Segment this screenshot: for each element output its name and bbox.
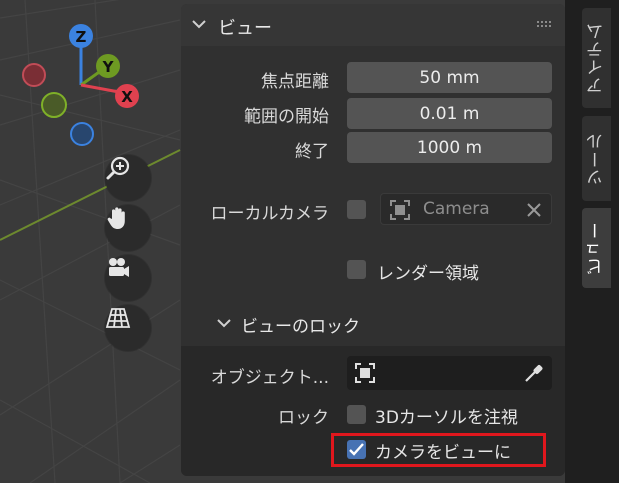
focal-length-label: 焦点距離 <box>261 72 329 92</box>
navigation-gizmo[interactable]: Z Y X <box>0 0 160 160</box>
clip-start-field[interactable]: 0.01 m <box>347 98 552 129</box>
clip-start-label: 範囲の開始 <box>244 107 329 127</box>
x-axis-label: X <box>121 88 133 106</box>
z-axis-label: Z <box>76 28 87 46</box>
render-region-label: レンダー領域 <box>377 264 479 284</box>
tab-view[interactable]: ビュー <box>582 208 611 288</box>
y-axis-label: Y <box>102 58 115 76</box>
chevron-down-icon <box>217 319 231 328</box>
tab-item[interactable]: アイテム <box>582 8 611 108</box>
render-region-checkbox[interactable] <box>347 260 366 279</box>
drag-handle-icon[interactable] <box>537 21 553 29</box>
object-icon <box>355 363 375 383</box>
highlight-box <box>331 433 546 467</box>
object-icon <box>390 200 410 220</box>
zoom-in-icon <box>106 156 130 180</box>
focal-length-field[interactable]: 50 mm <box>347 62 552 93</box>
local-camera-checkbox[interactable] <box>347 200 366 219</box>
neg-z-axis-handle[interactable] <box>70 122 94 146</box>
view-lock-header[interactable]: ビューのロック <box>181 304 565 344</box>
tab-tool-label: ツール <box>587 131 607 186</box>
hand-icon <box>107 207 125 229</box>
lock-cursor-label: 3Dカーソルを注視 <box>375 408 518 428</box>
grid-icon <box>105 308 131 328</box>
lock-object-label: オブジェクト... <box>210 368 329 388</box>
ortho-toggle-button[interactable] <box>105 305 151 351</box>
camera-view-button[interactable] <box>105 255 151 301</box>
z-axis-handle[interactable]: Z <box>69 24 93 48</box>
lock-object-field[interactable] <box>347 356 552 390</box>
local-camera-value: Camera <box>423 199 490 219</box>
view-panel-header[interactable]: ビュー <box>181 4 565 46</box>
eyedropper-icon[interactable] <box>523 362 545 384</box>
chevron-down-icon <box>192 20 206 29</box>
tab-view-label: ビュー <box>587 221 607 275</box>
y-axis-handle[interactable]: Y <box>96 54 120 78</box>
camera-icon <box>109 258 129 277</box>
view-lock-title: ビューのロック <box>241 317 360 337</box>
zoom-button[interactable] <box>105 155 151 201</box>
clear-icon[interactable] <box>527 203 541 217</box>
view-panel: ビュー 焦点距離 50 mm 範囲の開始 0.01 m 終了 1000 m ロー… <box>181 4 565 476</box>
neg-x-axis-handle[interactable] <box>22 63 46 87</box>
local-camera-object-field[interactable]: Camera <box>380 193 552 225</box>
lock-label: ロック <box>278 408 329 428</box>
tab-item-label: アイテム <box>587 22 607 94</box>
neg-y-axis-handle[interactable] <box>41 92 67 118</box>
view-panel-title: ビュー <box>218 18 272 39</box>
pan-button[interactable] <box>105 205 151 251</box>
lock-cursor-checkbox[interactable] <box>347 405 366 424</box>
tab-tool[interactable]: ツール <box>582 116 611 201</box>
clip-end-field[interactable]: 1000 m <box>347 132 552 163</box>
clip-end-label: 終了 <box>295 142 329 162</box>
x-axis-handle[interactable]: X <box>115 84 139 108</box>
local-camera-label: ローカルカメラ <box>210 204 330 224</box>
